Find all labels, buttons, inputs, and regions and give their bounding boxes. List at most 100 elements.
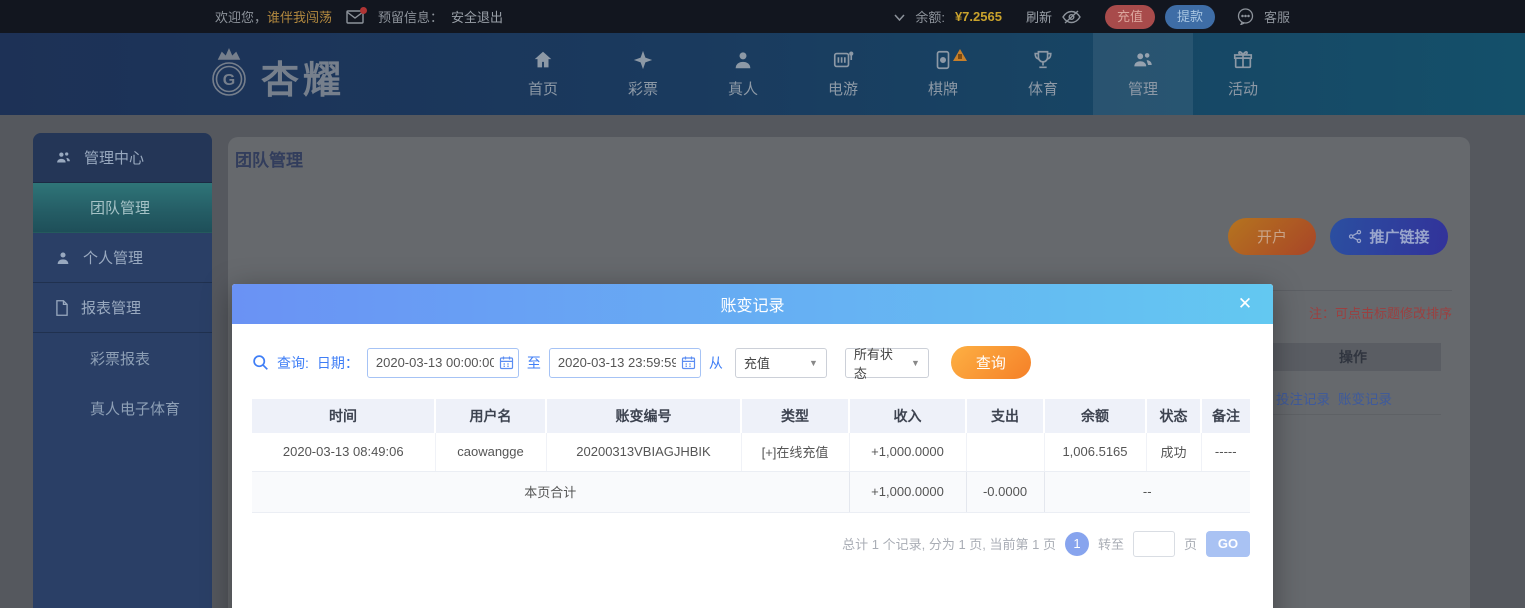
calendar-icon[interactable] bbox=[499, 355, 514, 370]
nav-item-sports[interactable]: 体育 bbox=[993, 33, 1093, 115]
logout-link[interactable]: 安全退出 bbox=[451, 7, 503, 26]
close-icon[interactable]: ✕ bbox=[1231, 284, 1259, 324]
users-icon bbox=[55, 150, 72, 165]
account-change-table: 时间 用户名 账变编号 类型 收入 支出 余额 状态 备注 bbox=[252, 399, 1250, 513]
nav-item-lottery[interactable]: 彩票 bbox=[593, 33, 693, 115]
from-label: 从 bbox=[709, 353, 723, 373]
sidebar-item-report-manage[interactable]: 报表管理 bbox=[33, 283, 212, 333]
col-income: 收入 bbox=[849, 399, 966, 433]
search-toolbar: 查询: 日期： 至 从 充值 ▼ bbox=[252, 346, 1253, 379]
goto-label: 转至 bbox=[1098, 534, 1124, 553]
main-nav: G 杏耀 首页 彩票 真人 电游 bbox=[0, 33, 1525, 115]
col-time: 时间 bbox=[252, 399, 435, 433]
nav-item-egame[interactable]: 电游 bbox=[793, 33, 893, 115]
date-from-input[interactable] bbox=[367, 348, 519, 378]
lottery-icon bbox=[632, 49, 654, 71]
col-type: 类型 bbox=[741, 399, 849, 433]
cell-status: 成功 bbox=[1146, 433, 1201, 471]
caret-down-icon: ▼ bbox=[911, 358, 920, 368]
pagination: 总计 1 个记录, 分为 1 页, 当前第 1 页 1 转至 页 GO bbox=[252, 531, 1250, 557]
sidebar-item-live-esports-report[interactable]: 真人电子体育 bbox=[33, 383, 212, 433]
sidebar-item-team-manage[interactable]: 团队管理 bbox=[33, 183, 212, 233]
cell-expense bbox=[966, 433, 1044, 471]
sidebar-item-personal-manage[interactable]: 个人管理 bbox=[33, 233, 212, 283]
operation-column-header[interactable]: 操作 bbox=[1265, 343, 1441, 371]
nav-items: 首页 彩票 真人 电游 棋牌 体育 bbox=[493, 33, 1293, 115]
nav-item-live[interactable]: 真人 bbox=[693, 33, 793, 115]
account-change-modal: 账变记录 ✕ 查询: 日期： 至 从 bbox=[232, 284, 1273, 608]
pagination-summary: 总计 1 个记录, 分为 1 页, 当前第 1 页 bbox=[842, 534, 1056, 553]
calendar-icon[interactable] bbox=[681, 355, 696, 370]
status-select[interactable]: 所有状态 ▼ bbox=[845, 348, 929, 378]
date-from-box bbox=[367, 348, 519, 378]
table-row: 2020-03-13 08:49:06 caowangge 20200313VB… bbox=[252, 433, 1250, 471]
svg-text:G: G bbox=[223, 72, 235, 89]
message-icon[interactable] bbox=[346, 10, 364, 24]
sidebar-item-admin-center[interactable]: 管理中心 bbox=[33, 133, 212, 183]
col-remark: 备注 bbox=[1201, 399, 1250, 433]
withdraw-button[interactable]: 提款 bbox=[1165, 5, 1215, 29]
hot-badge bbox=[953, 49, 967, 61]
egame-icon bbox=[832, 49, 854, 71]
page-title: 团队管理 bbox=[235, 146, 303, 171]
manage-icon bbox=[1132, 49, 1154, 71]
col-change-id: 账变编号 bbox=[546, 399, 741, 433]
crown-emblem-icon: G bbox=[205, 47, 253, 106]
cell-type: [+]在线充值 bbox=[741, 433, 849, 471]
cell-income: +1,000.0000 bbox=[849, 433, 966, 471]
search-icon bbox=[252, 354, 269, 371]
modal-title: 账变记录 bbox=[720, 292, 784, 316]
refresh-link[interactable]: 刷新 bbox=[1026, 7, 1052, 26]
goto-page-input[interactable] bbox=[1133, 531, 1175, 557]
query-button[interactable]: 查询 bbox=[951, 346, 1031, 379]
type-select[interactable]: 充值 ▼ bbox=[735, 348, 827, 378]
account-changes-link[interactable]: 账变记录 bbox=[1338, 388, 1392, 408]
total-income: +1,000.0000 bbox=[849, 471, 966, 512]
service-icon[interactable] bbox=[1237, 8, 1254, 25]
service-label[interactable]: 客服 bbox=[1264, 7, 1290, 26]
welcome-text: 欢迎您， bbox=[215, 7, 267, 26]
home-icon bbox=[532, 49, 554, 71]
balance-label: 余额: bbox=[915, 7, 945, 26]
cell-username: caowangge bbox=[435, 433, 546, 471]
reserved-info-label: 预留信息： bbox=[378, 7, 443, 26]
report-icon bbox=[55, 300, 69, 316]
promo-link-button[interactable]: 推广链接 bbox=[1330, 218, 1448, 255]
activity-icon bbox=[1232, 49, 1254, 71]
cell-time: 2020-03-13 08:49:06 bbox=[252, 433, 435, 471]
date-to-input[interactable] bbox=[549, 348, 701, 378]
cell-balance: 1,006.5165 bbox=[1044, 433, 1146, 471]
nav-item-home[interactable]: 首页 bbox=[493, 33, 593, 115]
date-label: 日期： bbox=[317, 353, 359, 373]
open-account-button[interactable]: 开户 bbox=[1228, 218, 1316, 255]
cell-change-id: 20200313VBIAGJHBIK bbox=[546, 433, 741, 471]
page-body: 管理中心 团队管理 个人管理 报表管理 彩票报表 真人电子体育 团队管理 bbox=[0, 115, 1525, 608]
top-bar: 欢迎您，谁伴我闯荡 预留信息： 安全退出 余额: ¥7.2565 刷新 bbox=[0, 0, 1525, 33]
total-label: 本页合计 bbox=[252, 471, 849, 512]
nav-item-chess[interactable]: 棋牌 bbox=[893, 33, 993, 115]
page-unit-label: 页 bbox=[1184, 534, 1197, 553]
chess-icon bbox=[932, 49, 954, 71]
username-link[interactable]: 谁伴我闯荡 bbox=[267, 7, 332, 26]
chevron-down-icon[interactable] bbox=[894, 9, 905, 24]
eye-slash-icon[interactable] bbox=[1062, 9, 1081, 25]
row-divider bbox=[1265, 414, 1441, 415]
total-expense: -0.0000 bbox=[966, 471, 1044, 512]
cell-remark: ----- bbox=[1201, 433, 1250, 471]
page-1-button[interactable]: 1 bbox=[1065, 532, 1089, 556]
nav-item-manage[interactable]: 管理 bbox=[1093, 33, 1193, 115]
brand-logo[interactable]: G 杏耀 bbox=[205, 47, 345, 106]
caret-down-icon: ▼ bbox=[809, 358, 818, 368]
go-button[interactable]: GO bbox=[1206, 531, 1250, 557]
deposit-button[interactable]: 充值 bbox=[1105, 5, 1155, 29]
sidebar-item-lottery-report[interactable]: 彩票报表 bbox=[33, 333, 212, 383]
nav-item-activity[interactable]: 活动 bbox=[1193, 33, 1293, 115]
bet-records-link[interactable]: 投注记录 bbox=[1276, 388, 1330, 408]
total-rest: -- bbox=[1044, 471, 1250, 512]
live-icon bbox=[732, 49, 754, 71]
message-badge bbox=[360, 7, 367, 14]
sort-note: 注：可点击标题修改排序 bbox=[1309, 303, 1452, 322]
table-header-row: 时间 用户名 账变编号 类型 收入 支出 余额 状态 备注 bbox=[252, 399, 1250, 433]
user-icon bbox=[55, 250, 71, 266]
total-row: 本页合计 +1,000.0000 -0.0000 -- bbox=[252, 471, 1250, 512]
